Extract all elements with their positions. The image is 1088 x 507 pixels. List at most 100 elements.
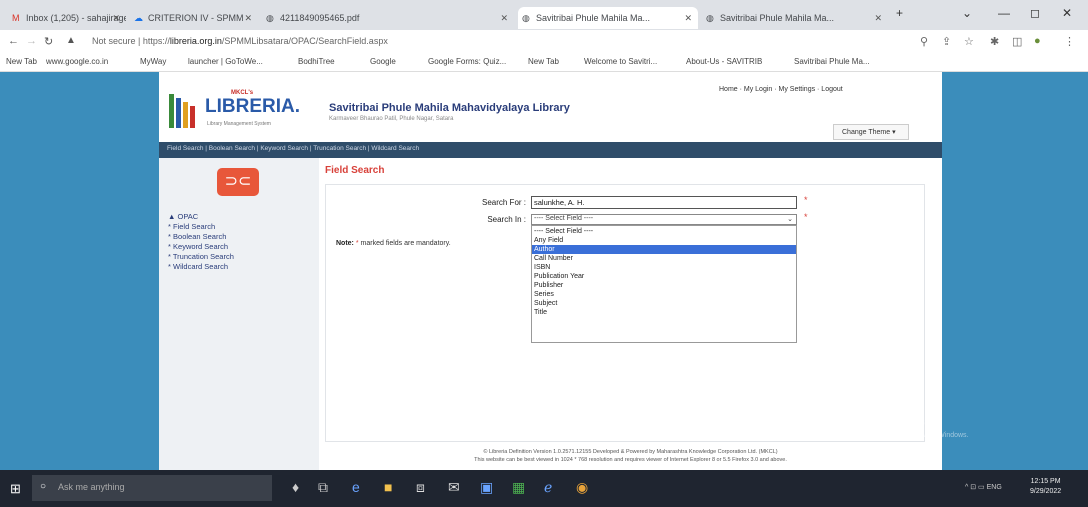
bookmark[interactable]: Google Forms: Quiz... — [428, 57, 506, 66]
share-icon[interactable]: ⇪ — [942, 35, 951, 48]
bookmark[interactable]: launcher | GoToWe... — [188, 57, 263, 66]
file-explorer-icon[interactable]: ■ — [384, 479, 392, 495]
bookmark[interactable]: www.google.co.in — [46, 57, 108, 66]
tab-label: 4211849095465.pdf — [280, 13, 360, 23]
task-view-icon[interactable]: ⧉ — [318, 479, 328, 496]
sidebar-item-label: Boolean Search — [173, 232, 227, 241]
sidebar: ⊃⊂ ▲ OPAC * Field Search * Boolean Searc… — [159, 158, 319, 470]
sidebar-item-field-search[interactable]: * Field Search — [168, 222, 215, 231]
close-tab-icon[interactable]: ✕ — [500, 13, 508, 24]
change-theme-button[interactable]: Change Theme ▾ — [833, 124, 909, 140]
menu-icon[interactable]: ⋮ — [1064, 35, 1075, 48]
sidebar-item-boolean-search[interactable]: * Boolean Search — [168, 232, 226, 241]
footer-line: This website can be best viewed in 1024 … — [474, 457, 787, 463]
store-icon[interactable]: ⧈ — [416, 479, 425, 496]
forward-icon[interactable]: → — [26, 35, 37, 47]
dropdown-option[interactable]: Series — [532, 290, 796, 299]
search-in-select[interactable]: ---- Select Field ---- ⌄ — [531, 214, 797, 225]
maximize-icon[interactable]: ◻ — [1030, 6, 1040, 20]
dropdown-option[interactable]: ---- Select Field ---- — [532, 227, 796, 236]
site-title: Savitribai Phule Mahila Mahavidyalaya Li… — [329, 102, 570, 114]
ie-icon[interactable]: ℯ — [544, 479, 552, 496]
dropdown-option[interactable]: ISBN — [532, 263, 796, 272]
windows-start-icon[interactable]: ⊞ — [10, 481, 21, 497]
photos-icon[interactable]: ▣ — [480, 479, 493, 496]
warning-icon[interactable]: ▲ — [66, 35, 76, 46]
sidebar-item-label: Truncation Search — [172, 252, 234, 261]
dropdown-option[interactable]: Any Field — [532, 236, 796, 245]
clock-time: 12:15 PM — [1030, 478, 1061, 485]
url-field[interactable]: Not secure | https://libreria.org.in/SPM… — [92, 36, 388, 46]
page-title: Field Search — [325, 165, 385, 176]
chrome-icon[interactable]: ◉ — [576, 479, 588, 496]
clock-date: 9/29/2022 — [1030, 488, 1062, 495]
search-in-dropdown[interactable]: ---- Select Field ---- Any Field Author … — [531, 225, 797, 343]
chevron-down-icon: ⌄ — [787, 216, 793, 223]
reload-icon[interactable]: ↻ — [44, 35, 53, 48]
browser-tab-active[interactable]: ◍ Savitribai Phule Mahila Ma... ✕ — [518, 7, 698, 29]
sidebar-item-truncation-search[interactable]: * Truncation Search — [168, 252, 234, 261]
bookmark[interactable]: BodhiTree — [298, 57, 335, 66]
sidebar-item-wildcard-search[interactable]: * Wildcard Search — [168, 262, 228, 271]
close-tab-icon[interactable]: ✕ — [244, 13, 252, 24]
libreria-logo: MKCL's LIBRERIA. Library Management Syst… — [169, 90, 309, 134]
search-navbar[interactable]: Field Search | Boolean Search | Keyword … — [159, 142, 942, 158]
minimize-icon[interactable]: — — [998, 6, 1010, 20]
tab-search-icon[interactable]: ⌄ — [962, 6, 972, 20]
site-footer: © Libreria Definition Version 1.0.2571.1… — [319, 448, 942, 464]
dropdown-option-highlighted[interactable]: Author — [532, 245, 796, 254]
sidebar-opac[interactable]: ▲ OPAC — [168, 212, 198, 221]
star-icon[interactable]: ☆ — [964, 35, 974, 48]
browser-tab[interactable]: ◍ 4211849095465.pdf ✕ — [262, 7, 514, 29]
taskbar-search[interactable]: ○ Ask me anything — [32, 475, 272, 501]
dropdown-option[interactable]: Publisher — [532, 281, 796, 290]
sidebar-item-keyword-search[interactable]: * Keyword Search — [168, 242, 228, 251]
bookmark[interactable]: Google — [370, 57, 396, 66]
mic-icon[interactable]: ♦ — [292, 479, 299, 495]
required-mark: * — [355, 240, 359, 247]
close-tab-icon[interactable]: ✕ — [684, 13, 692, 24]
globe-icon: ◍ — [706, 13, 714, 23]
tab-label: CRITERION IV - SPMM — [148, 13, 244, 23]
bookmark[interactable]: New Tab — [6, 57, 37, 66]
bookmark[interactable]: MyWay — [140, 57, 166, 66]
extensions-icon[interactable]: ✱ — [990, 35, 999, 48]
close-tab-icon[interactable]: ✕ — [874, 13, 882, 24]
app-icon[interactable]: ▦ — [512, 479, 525, 496]
site-subtitle: Karmaveer Bhaurao Patil, Phule Nagar, Sa… — [329, 116, 454, 122]
browser-tab[interactable]: M Inbox (1,205) - sahajirage@... ✕ — [8, 7, 126, 29]
dropdown-option[interactable]: Publication Year — [532, 272, 796, 281]
close-tab-icon[interactable]: ✕ — [112, 13, 120, 24]
bookmark[interactable]: Savitribai Phule Ma... — [794, 57, 870, 66]
site-header: MKCL's LIBRERIA. Library Management Syst… — [159, 84, 942, 142]
zoom-icon[interactable]: ⚲ — [920, 35, 928, 48]
footer-line: © Libreria Definition Version 1.0.2571.1… — [483, 449, 778, 455]
dropdown-option[interactable]: Title — [532, 308, 796, 317]
mail-icon[interactable]: ✉ — [448, 479, 460, 496]
bookmark[interactable]: About-Us - SAVITRIB — [686, 57, 762, 66]
site-container: MKCL's LIBRERIA. Library Management Syst… — [159, 72, 942, 470]
browser-tab[interactable]: ☁ CRITERION IV - SPMM ✕ — [130, 7, 258, 29]
browser-tab[interactable]: ◍ Savitribai Phule Mahila Ma... ✕ — [702, 7, 888, 29]
search-icon: ○ — [40, 481, 47, 492]
search-for-label: Search For : — [481, 198, 526, 207]
sidebar-item-label: Keyword Search — [173, 242, 229, 251]
sidebar-icon[interactable]: ◫ — [1012, 35, 1022, 48]
edge-icon[interactable]: e — [352, 479, 360, 495]
bookmark[interactable]: Welcome to Savitri... — [584, 57, 657, 66]
clock[interactable]: 12:15 PM 9/29/2022 — [1030, 477, 1061, 497]
top-links[interactable]: Home · My Login · My Settings · Logout — [719, 86, 843, 93]
logo-sub-text: Library Management System — [207, 121, 271, 127]
close-window-icon[interactable]: ✕ — [1062, 6, 1072, 20]
activate-windows-watermark: Activate Windows — [858, 418, 937, 429]
back-icon[interactable]: ← — [8, 35, 19, 47]
search-for-input[interactable]: salunkhe, A. H. — [531, 196, 797, 209]
new-tab-icon[interactable]: + — [896, 6, 903, 20]
system-tray[interactable]: ^ ⊡ ▭ ENG — [965, 483, 1002, 491]
tab-label: Inbox (1,205) - sahajirage@... — [26, 13, 126, 23]
dropdown-option[interactable]: Call Number — [532, 254, 796, 263]
note-label: Note: — [336, 240, 354, 247]
avatar[interactable]: ● — [1034, 35, 1041, 47]
dropdown-option[interactable]: Subject — [532, 299, 796, 308]
bookmark[interactable]: New Tab — [528, 57, 559, 66]
